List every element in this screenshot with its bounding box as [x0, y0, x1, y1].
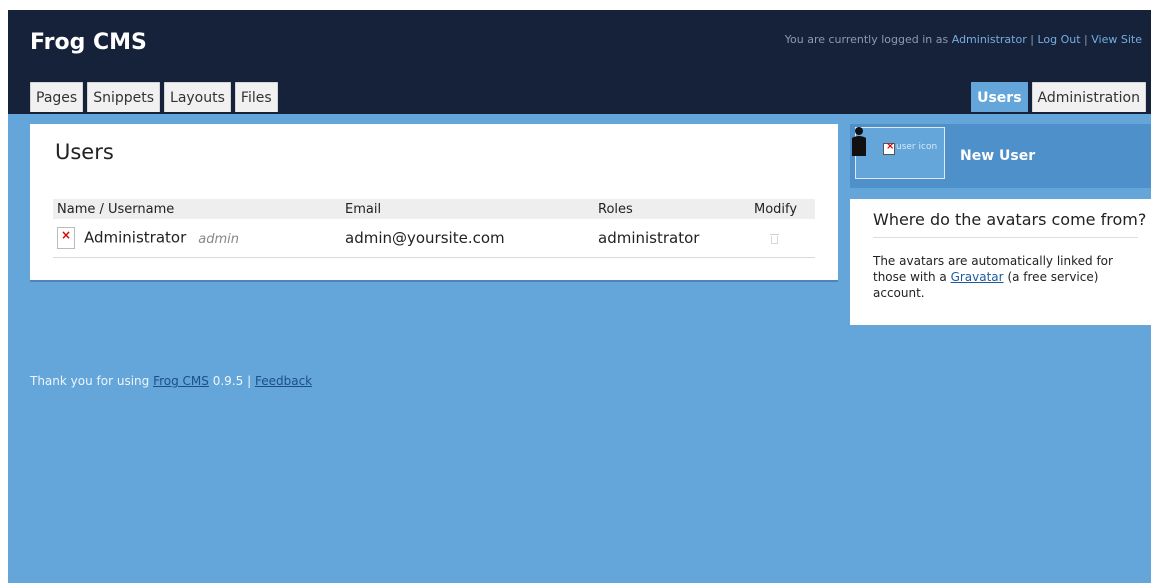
separator: | — [1084, 33, 1088, 46]
user-icon[interactable]: user icon — [852, 127, 945, 179]
new-user-box[interactable]: user icon New User — [850, 124, 1151, 188]
frog-cms-link[interactable]: Frog CMS — [153, 374, 209, 388]
admin-tabs: Users Administration — [971, 82, 1146, 112]
info-text: The avatars are automatically linked for… — [873, 253, 1143, 301]
main-tabs: Pages Snippets Layouts Files — [30, 82, 278, 112]
info-title: Where do the avatars come from? — [873, 210, 1147, 229]
username: admin — [198, 231, 239, 247]
users-panel: Users Name / Username Email Roles Modify… — [30, 124, 838, 280]
avatar-info-box: Where do the avatars come from? The avat… — [850, 199, 1151, 325]
site-logo: Frog CMS — [30, 30, 147, 55]
avatar — [57, 227, 75, 249]
header: Frog CMS You are currently logged in as … — [8, 10, 1151, 114]
table-row: Administrator admin admin@yoursite.com ad… — [53, 219, 815, 258]
logout-link[interactable]: Log Out — [1037, 33, 1080, 46]
column-header-roles: Roles — [594, 199, 750, 219]
view-site-link[interactable]: View Site — [1091, 33, 1142, 46]
tab-layouts[interactable]: Layouts — [164, 82, 231, 112]
tab-pages[interactable]: Pages — [30, 82, 84, 112]
new-user-button[interactable]: New User — [960, 148, 1035, 164]
column-header-modify: Modify — [750, 199, 815, 219]
users-table: Name / Username Email Roles Modify Admin… — [53, 199, 815, 258]
column-header-email: Email — [341, 199, 594, 219]
footer: Thank you for using Frog CMS 0.9.5 | Fee… — [30, 374, 312, 388]
tab-snippets[interactable]: Snippets — [87, 82, 161, 112]
login-info: You are currently logged in as Administr… — [785, 33, 1142, 46]
feedback-link[interactable]: Feedback — [255, 374, 312, 388]
version: 0.9.5 — [212, 374, 244, 388]
tab-files[interactable]: Files — [234, 82, 278, 112]
column-header-name: Name / Username — [53, 199, 341, 219]
broken-image-icon — [883, 141, 895, 155]
modify-cell — [750, 219, 815, 258]
separator: | — [1030, 33, 1034, 46]
separator: | — [247, 374, 252, 388]
login-prefix: You are currently logged in as — [784, 33, 949, 46]
tab-users[interactable]: Users — [971, 82, 1028, 112]
trash-icon[interactable] — [770, 233, 779, 244]
current-user-link[interactable]: Administrator — [952, 33, 1027, 46]
divider — [873, 237, 1138, 238]
table-header-row: Name / Username Email Roles Modify — [53, 199, 815, 219]
tab-administration[interactable]: Administration — [1031, 82, 1146, 112]
user-icon-alt-text: user icon — [896, 142, 938, 152]
app-window: Frog CMS You are currently logged in as … — [8, 10, 1151, 583]
page-title: Users — [55, 140, 114, 164]
email-cell: admin@yoursite.com — [341, 219, 594, 258]
user-name-link[interactable]: Administrator — [84, 229, 186, 247]
user-name-cell: Administrator admin — [53, 219, 341, 258]
user-silhouette-icon — [852, 127, 866, 156]
roles-cell: administrator — [594, 219, 750, 258]
footer-prefix: Thank you for using — [30, 374, 150, 388]
gravatar-link[interactable]: Gravatar — [951, 270, 1004, 284]
